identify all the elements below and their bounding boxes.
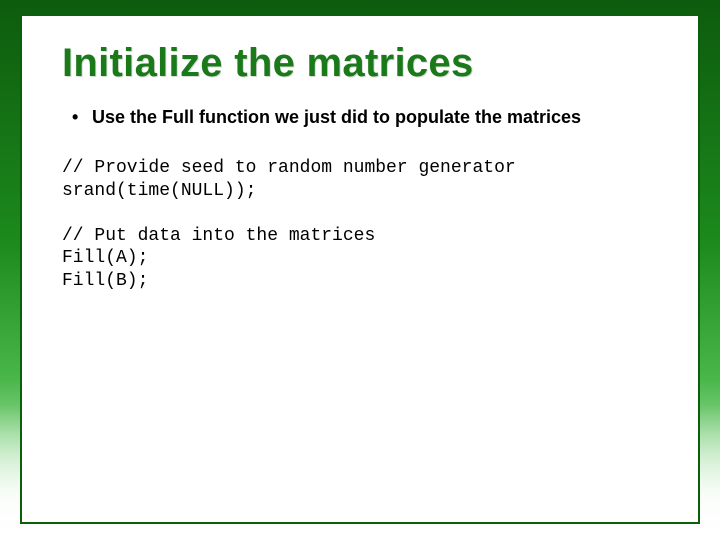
code-line: // Put data into the matrices <box>62 226 375 246</box>
code-line: // Provide seed to random number generat… <box>62 158 516 178</box>
code-block: // Provide seed to random number generat… <box>62 157 658 292</box>
slide-title: Initialize the matrices <box>62 42 658 84</box>
bullet-item: Use the Full function we just did to pop… <box>70 106 658 129</box>
code-line: Fill(A); <box>62 248 148 268</box>
code-line: Fill(B); <box>62 271 148 291</box>
slide-background: Initialize the matrices Use the Full fun… <box>0 0 720 540</box>
bullet-list: Use the Full function we just did to pop… <box>70 106 658 129</box>
slide-card: Initialize the matrices Use the Full fun… <box>20 14 700 524</box>
code-line: srand(time(NULL)); <box>62 181 256 201</box>
